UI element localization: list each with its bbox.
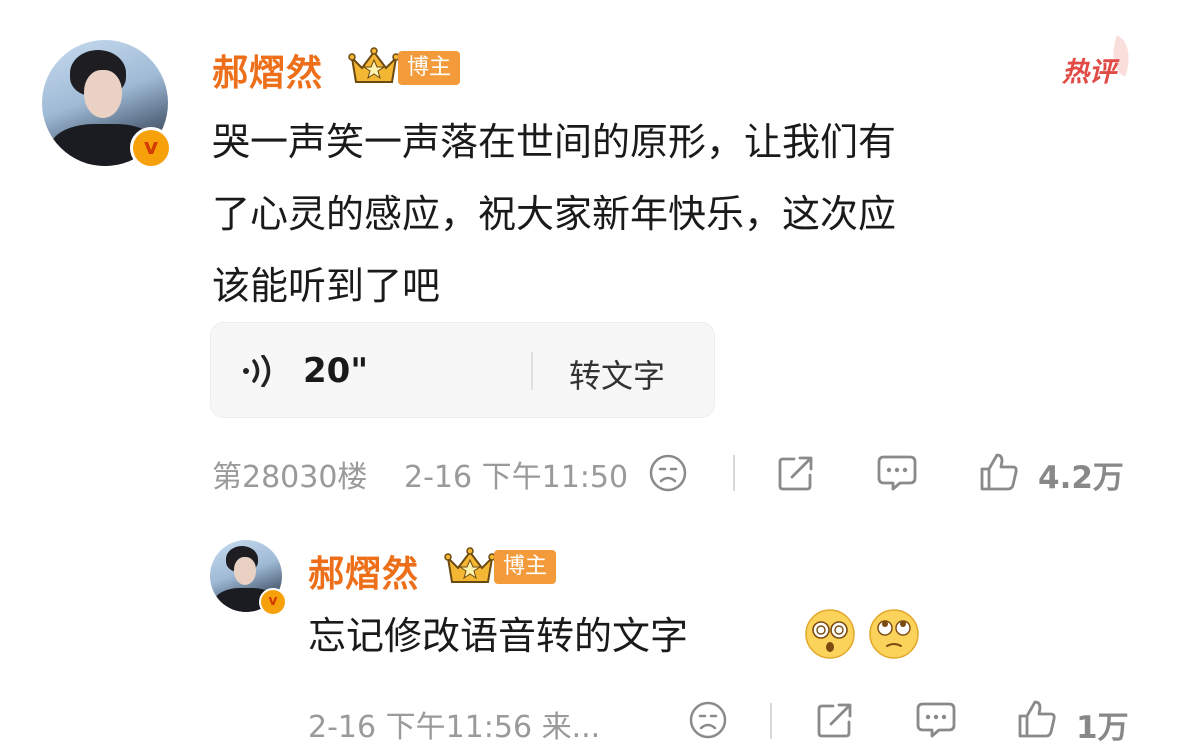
comment-line-3: 该能听到了吧 [212, 264, 441, 308]
action-separator [733, 455, 735, 491]
share-icon[interactable] [815, 700, 855, 740]
dislike-face-icon[interactable] [648, 453, 688, 493]
like-thumb-icon[interactable] [978, 451, 1020, 493]
rolling-eyes-emoji-icon [869, 609, 919, 659]
crown-level-icon [348, 47, 400, 83]
avatar-face [234, 557, 256, 585]
reply-datetime: 2-16 下午11:56 来... [308, 710, 601, 745]
verified-badge-icon: v [259, 588, 287, 616]
dislike-face-icon[interactable] [688, 700, 728, 740]
like-count: 4.2万 [1038, 460, 1124, 496]
action-separator [770, 703, 772, 739]
author-name[interactable]: 郝熠然 [212, 44, 323, 96]
reply-like-count: 1万 [1076, 710, 1129, 746]
reply-author-name[interactable]: 郝熠然 [308, 545, 419, 597]
blogger-badge: 博主 [494, 550, 556, 584]
share-icon[interactable] [776, 453, 816, 493]
convert-to-text-button[interactable]: 转文字 [569, 351, 665, 397]
hot-comment-badge: 热评 [1062, 35, 1138, 88]
comment-datetime: 2-16 下午11:50 [404, 460, 629, 495]
comment-floor: 第28030楼 [212, 460, 368, 495]
voice-message[interactable]: 20" 转文字 [210, 322, 715, 418]
comment-line-2: 了心灵的感应，祝大家新年快乐，这次应 [212, 192, 897, 236]
verified-badge-icon: v [130, 127, 172, 169]
voice-divider [531, 352, 533, 390]
voice-duration: 20" [303, 351, 369, 391]
hot-comment-label: 热评 [1062, 57, 1116, 88]
avatar-face [84, 70, 122, 118]
voice-wave-icon [243, 355, 271, 387]
comment-line-1: 哭一声笑一声落在世间的原形，让我们有 [212, 120, 897, 164]
like-thumb-icon[interactable] [1016, 698, 1058, 740]
comment-icon[interactable] [915, 700, 957, 740]
blogger-badge: 博主 [398, 51, 460, 85]
crown-level-icon [444, 547, 496, 583]
dizzy-eyes-emoji-icon [805, 609, 855, 659]
reply-text: 忘记修改语音转的文字 [308, 614, 689, 658]
comment-icon[interactable] [876, 453, 918, 493]
